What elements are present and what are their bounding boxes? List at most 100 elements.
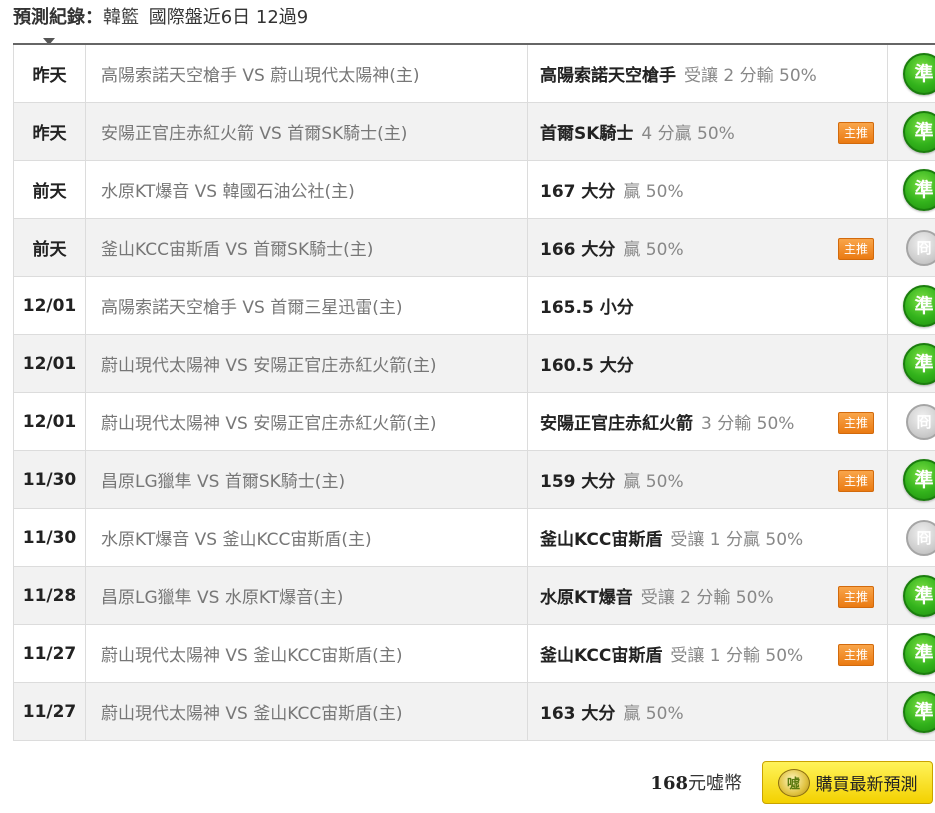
table-row: 11/28 昌原LG獵隼 VS 水原KT爆音(主) 水原KT爆音 受讓 2 分輸 50… [13, 566, 935, 625]
pick-team: 166 大分 [540, 240, 616, 260]
record-match: 高陽索諾天空槍手 VS 首爾三星迅雷(主) [85, 276, 528, 335]
pick-team: 水原KT爆音 [540, 588, 633, 608]
prediction-table: 昨天 高陽索諾天空槍手 VS 蔚山現代太陽神(主) 高陽索諾天空槍手 受讓 2 分輸 … [13, 43, 935, 741]
record-result: 準 [887, 160, 935, 219]
record-pick: 165.5 小分 [527, 276, 888, 335]
record-pick: 166 大分贏 50% 主推 [527, 218, 888, 277]
record-date: 12/01 [13, 276, 86, 335]
table-row: 11/27 蔚山現代太陽神 VS 釜山KCC宙斯盾(主) 釜山KCC宙斯盾 受讓 1 … [13, 624, 935, 683]
record-pick: 釜山KCC宙斯盾 受讓 1 分贏 50% [527, 508, 888, 567]
table-row: 前天 釜山KCC宙斯盾 VS 首爾SK騎士(主) 166 大分贏 50% 主推 冏 [13, 218, 935, 277]
page-title-label: 預測紀錄： [13, 7, 103, 28]
pick-odds: 贏 50% [623, 182, 684, 202]
result-correct-icon: 準 [903, 284, 935, 327]
price-amount: 168 [650, 773, 688, 794]
record-date: 11/28 [13, 566, 86, 625]
record-pick: 高陽索諾天空槍手 受讓 2 分輸 50% [527, 43, 888, 103]
record-match: 安陽正官庄赤紅火箭 VS 首爾SK騎士(主) [85, 102, 528, 161]
record-result: 準 [887, 566, 935, 625]
table-row: 昨天 高陽索諾天空槍手 VS 蔚山現代太陽神(主) 高陽索諾天空槍手 受讓 2 分輸 … [13, 43, 935, 103]
pick-odds: 受讓 2 分輸 50% [640, 588, 774, 608]
pick-odds: 受讓 2 分輸 50% [684, 66, 817, 86]
result-wrong-icon: 冏 [906, 519, 935, 556]
record-date: 12/01 [13, 392, 86, 451]
record-match: 蔚山現代太陽神 VS 釜山KCC宙斯盾(主) [85, 682, 528, 741]
record-result: 準 [887, 334, 935, 393]
record-match: 昌原LG獵隼 VS 首爾SK騎士(主) [85, 450, 528, 509]
pick-team: 釜山KCC宙斯盾 [540, 646, 663, 666]
pick-odds: 受讓 1 分輸 50% [670, 646, 804, 666]
result-correct-icon: 準 [903, 632, 935, 675]
record-date: 12/01 [13, 334, 86, 393]
pick-team: 釜山KCC宙斯盾 [540, 530, 663, 550]
record-result: 準 [887, 276, 935, 335]
table-row: 前天 水原KT爆音 VS 韓國石油公社(主) 167 大分贏 50% 準 [13, 160, 935, 219]
result-correct-icon: 準 [903, 458, 935, 501]
table-row: 11/30 水原KT爆音 VS 釜山KCC宙斯盾(主) 釜山KCC宙斯盾 受讓 1 分… [13, 508, 935, 567]
table-row: 12/01 蔚山現代太陽神 VS 安陽正官庄赤紅火箭(主) 安陽正官庄赤紅火箭 3 分… [13, 392, 935, 451]
featured-pick-badge: 主推 [837, 585, 874, 608]
table-row: 昨天 安陽正官庄赤紅火箭 VS 首爾SK騎士(主) 首爾SK騎士 4 分贏 50% 主推… [13, 102, 935, 161]
record-date: 11/30 [13, 450, 86, 509]
record-pick: 首爾SK騎士 4 分贏 50% 主推 [527, 102, 888, 161]
pick-team: 高陽索諾天空槍手 [540, 66, 676, 86]
pick-odds: 贏 50% [623, 240, 684, 260]
table-row: 12/01 高陽索諾天空槍手 VS 首爾三星迅雷(主) 165.5 小分 準 [13, 276, 935, 335]
price-label: 168元噓幣 [650, 770, 742, 798]
featured-pick-badge: 主推 [837, 237, 874, 260]
pick-team: 160.5 大分 [540, 356, 634, 376]
record-match: 高陽索諾天空槍手 VS 蔚山現代太陽神(主) [85, 43, 528, 103]
table-row: 11/27 蔚山現代太陽神 VS 釜山KCC宙斯盾(主) 163 大分贏 50% 準 [13, 682, 935, 741]
record-result: 準 [887, 682, 935, 741]
record-date: 昨天 [13, 43, 86, 103]
record-match: 蔚山現代太陽神 VS 安陽正官庄赤紅火箭(主) [85, 392, 528, 451]
record-date: 11/30 [13, 508, 86, 567]
record-result: 準 [887, 43, 935, 103]
coin-icon: 噓 [777, 768, 810, 797]
pick-odds: 贏 50% [623, 472, 684, 492]
table-row: 11/30 昌原LG獵隼 VS 首爾SK騎士(主) 159 大分贏 50% 主推 準 [13, 450, 935, 509]
pick-team: 159 大分 [540, 472, 616, 492]
featured-pick-badge: 主推 [837, 411, 874, 434]
result-correct-icon: 準 [903, 52, 935, 95]
pick-team: 首爾SK騎士 [540, 124, 634, 144]
pick-team: 安陽正官庄赤紅火箭 [540, 414, 693, 434]
record-match: 水原KT爆音 VS 釜山KCC宙斯盾(主) [85, 508, 528, 567]
result-wrong-icon: 冏 [906, 229, 935, 266]
featured-pick-badge: 主推 [837, 643, 874, 666]
pick-odds: 4 分贏 50% [641, 124, 735, 144]
record-pick: 釜山KCC宙斯盾 受讓 1 分輸 50% 主推 [527, 624, 888, 683]
record-match: 水原KT爆音 VS 韓國石油公社(主) [85, 160, 528, 219]
record-pick: 167 大分贏 50% [527, 160, 888, 219]
pick-odds: 贏 50% [623, 704, 684, 724]
page-title: 預測紀錄：韓籃 國際盤近6日 12過9 [13, 4, 308, 32]
pick-team: 167 大分 [540, 182, 616, 202]
result-wrong-icon: 冏 [906, 403, 935, 440]
league-name: 韓籃 [103, 7, 139, 28]
table-row: 12/01 蔚山現代太陽神 VS 安陽正官庄赤紅火箭(主) 160.5 大分 準 [13, 334, 935, 393]
result-correct-icon: 準 [903, 690, 935, 733]
result-correct-icon: 準 [903, 168, 935, 211]
record-summary: 國際盤近6日 12過9 [148, 7, 309, 28]
record-match: 蔚山現代太陽神 VS 安陽正官庄赤紅火箭(主) [85, 334, 528, 393]
record-match: 蔚山現代太陽神 VS 釜山KCC宙斯盾(主) [85, 624, 528, 683]
record-result: 冏 [887, 218, 935, 277]
record-match: 釜山KCC宙斯盾 VS 首爾SK騎士(主) [85, 218, 528, 277]
featured-pick-badge: 主推 [837, 469, 874, 492]
record-date: 前天 [13, 218, 86, 277]
record-date: 昨天 [13, 102, 86, 161]
featured-pick-badge: 主推 [837, 121, 874, 144]
record-match: 昌原LG獵隼 VS 水原KT爆音(主) [85, 566, 528, 625]
pick-team: 163 大分 [540, 704, 616, 724]
record-result: 冏 [887, 508, 935, 567]
buy-button-label: 購買最新預測 [815, 775, 918, 795]
price-unit: 元噓幣 [688, 773, 742, 794]
pick-team: 165.5 小分 [540, 298, 634, 318]
record-date: 11/27 [13, 624, 86, 683]
record-result: 準 [887, 102, 935, 161]
buy-latest-prediction-button[interactable]: 噓 購買最新預測 [762, 761, 933, 804]
record-result: 準 [887, 624, 935, 683]
record-pick: 水原KT爆音 受讓 2 分輸 50% 主推 [527, 566, 888, 625]
record-result: 冏 [887, 392, 935, 451]
record-date: 11/27 [13, 682, 86, 741]
